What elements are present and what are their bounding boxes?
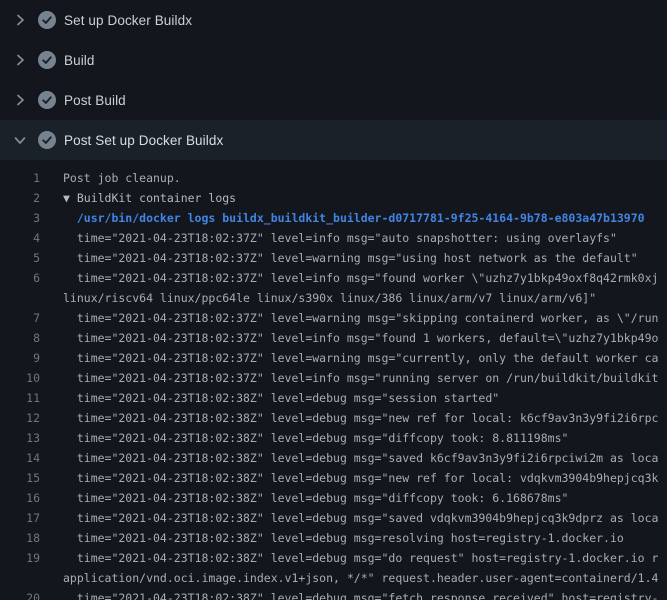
log-line: 8 time="2021-04-23T18:02:37Z" level=info…	[0, 328, 667, 348]
log-line-text: time="2021-04-23T18:02:38Z" level=debug …	[63, 448, 658, 468]
log-line-text: time="2021-04-23T18:02:37Z" level=info m…	[63, 328, 658, 348]
log-line: 12 time="2021-04-23T18:02:38Z" level=deb…	[0, 408, 667, 428]
check-circle-icon	[38, 51, 56, 69]
log-line-text: time="2021-04-23T18:02:38Z" level=debug …	[63, 508, 658, 528]
log-line-number[interactable]: 1	[0, 168, 40, 188]
log-line: 16 time="2021-04-23T18:02:38Z" level=deb…	[0, 488, 667, 508]
check-circle-icon	[38, 131, 56, 149]
log-line-number[interactable]: 16	[0, 488, 40, 508]
log-line-text: time="2021-04-23T18:02:38Z" level=debug …	[63, 428, 568, 448]
step-label: Post Build	[64, 93, 126, 108]
log-line-number[interactable]: 9	[0, 348, 40, 368]
step-label: Post Set up Docker Buildx	[64, 133, 223, 148]
check-circle-icon	[38, 91, 56, 109]
log-group-header: 2 ▼ BuildKit container logs	[0, 188, 667, 208]
step-row-build[interactable]: Build	[0, 40, 667, 80]
log-line: 14 time="2021-04-23T18:02:38Z" level=deb…	[0, 448, 667, 468]
log-line: application/vnd.oci.image.index.v1+json,…	[0, 568, 667, 588]
check-circle-icon	[38, 11, 56, 29]
log-line-number[interactable]	[0, 288, 40, 308]
step-label: Set up Docker Buildx	[64, 13, 192, 28]
chevron-right-icon	[12, 12, 28, 28]
log-line: 11 time="2021-04-23T18:02:38Z" level=deb…	[0, 388, 667, 408]
log-line-text: time="2021-04-23T18:02:37Z" level=warnin…	[63, 308, 658, 328]
log-line: 5 time="2021-04-23T18:02:37Z" level=warn…	[0, 248, 667, 268]
log-line: 1 Post job cleanup.	[0, 168, 667, 188]
chevron-right-icon	[12, 52, 28, 68]
log-line-number[interactable]: 4	[0, 228, 40, 248]
log-line: 20 time="2021-04-23T18:02:38Z" level=deb…	[0, 588, 667, 600]
log-line: 3 /usr/bin/docker logs buildx_buildkit_b…	[0, 208, 667, 228]
log-line-number[interactable]: 11	[0, 388, 40, 408]
log-line-number[interactable]	[0, 568, 40, 588]
log-line-text[interactable]: ▼ BuildKit container logs	[63, 188, 236, 208]
log-line-number[interactable]: 2	[0, 188, 40, 208]
step-row-post-build[interactable]: Post Build	[0, 80, 667, 120]
chevron-right-icon	[12, 92, 28, 108]
log-line: 10 time="2021-04-23T18:02:37Z" level=inf…	[0, 368, 667, 388]
log-line-number[interactable]: 3	[0, 208, 40, 228]
log-line: 19 time="2021-04-23T18:02:38Z" level=deb…	[0, 548, 667, 568]
log-line-number[interactable]: 12	[0, 408, 40, 428]
steps-list: Set up Docker Buildx Build Post Build Po…	[0, 0, 667, 160]
step-row-setup-docker-buildx[interactable]: Set up Docker Buildx	[0, 0, 667, 40]
log-line-text: linux/riscv64 linux/ppc64le linux/s390x …	[63, 288, 596, 308]
step-row-post-setup-docker-buildx[interactable]: Post Set up Docker Buildx	[0, 120, 667, 160]
log-line-number[interactable]: 20	[0, 588, 40, 600]
log-line-number[interactable]: 17	[0, 508, 40, 528]
log-line-text: Post job cleanup.	[63, 168, 181, 188]
log-area: 1 Post job cleanup. 2 ▼ BuildKit container…	[0, 160, 667, 600]
log-line-number[interactable]: 5	[0, 248, 40, 268]
log-line-number[interactable]: 15	[0, 468, 40, 488]
log-line: 13 time="2021-04-23T18:02:38Z" level=deb…	[0, 428, 667, 448]
log-line-text: time="2021-04-23T18:02:37Z" level=warnin…	[63, 248, 638, 268]
chevron-down-icon	[12, 132, 28, 148]
log-line-number[interactable]: 19	[0, 548, 40, 568]
log-line-text: time="2021-04-23T18:02:37Z" level=info m…	[63, 368, 658, 388]
log-line-text: time="2021-04-23T18:02:38Z" level=debug …	[63, 468, 658, 488]
log-line: 7 time="2021-04-23T18:02:37Z" level=warn…	[0, 308, 667, 328]
log-line: 9 time="2021-04-23T18:02:37Z" level=warn…	[0, 348, 667, 368]
log-line-number[interactable]: 13	[0, 428, 40, 448]
log-line-text: time="2021-04-23T18:02:38Z" level=debug …	[63, 408, 658, 428]
log-line: 4 time="2021-04-23T18:02:37Z" level=info…	[0, 228, 667, 248]
log-line-number[interactable]: 18	[0, 528, 40, 548]
log-line-text: time="2021-04-23T18:02:38Z" level=debug …	[63, 548, 658, 568]
log-line-text: time="2021-04-23T18:02:38Z" level=debug …	[63, 588, 658, 600]
log-line-number[interactable]: 6	[0, 268, 40, 288]
log-line-text: time="2021-04-23T18:02:38Z" level=debug …	[63, 528, 624, 548]
log-line-number[interactable]: 8	[0, 328, 40, 348]
log-line-number[interactable]: 14	[0, 448, 40, 468]
step-label: Build	[64, 53, 95, 68]
log-line-text: time="2021-04-23T18:02:37Z" level=warnin…	[63, 348, 658, 368]
log-line-text: application/vnd.oci.image.index.v1+json,…	[63, 568, 658, 588]
log-line-text: time="2021-04-23T18:02:37Z" level=info m…	[63, 268, 658, 288]
log-line-number[interactable]: 7	[0, 308, 40, 328]
log-line: 6 time="2021-04-23T18:02:37Z" level=info…	[0, 268, 667, 288]
log-line-text: time="2021-04-23T18:02:38Z" level=debug …	[63, 388, 499, 408]
log-line-number[interactable]: 10	[0, 368, 40, 388]
log-line-text: time="2021-04-23T18:02:38Z" level=debug …	[63, 488, 568, 508]
log-line: linux/riscv64 linux/ppc64le linux/s390x …	[0, 288, 667, 308]
log-line-text: /usr/bin/docker logs buildx_buildkit_bui…	[63, 208, 645, 228]
log-line-text: time="2021-04-23T18:02:37Z" level=info m…	[63, 228, 617, 248]
log-line: 18 time="2021-04-23T18:02:38Z" level=deb…	[0, 528, 667, 548]
log-line: 17 time="2021-04-23T18:02:38Z" level=deb…	[0, 508, 667, 528]
log-line: 15 time="2021-04-23T18:02:38Z" level=deb…	[0, 468, 667, 488]
